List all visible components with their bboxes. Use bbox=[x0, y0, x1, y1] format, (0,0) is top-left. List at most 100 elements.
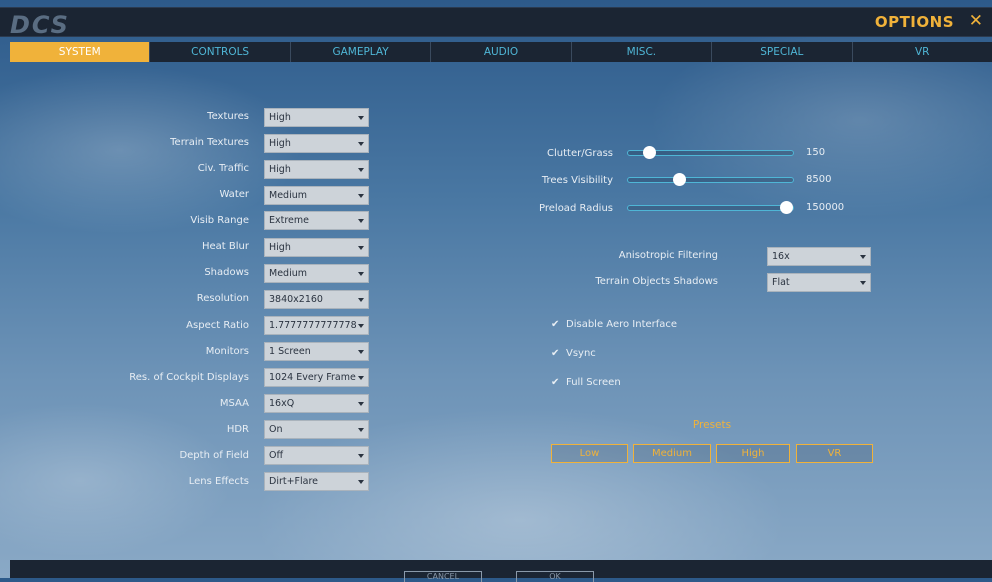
setting-label: Aspect Ratio bbox=[186, 320, 249, 331]
trees-visibility-slider[interactable] bbox=[627, 173, 794, 186]
setting-label: HDR bbox=[226, 424, 249, 435]
clutter-grass-slider[interactable] bbox=[627, 146, 794, 159]
chevron-down-icon bbox=[358, 428, 364, 432]
preset-high-button[interactable]: High bbox=[716, 444, 790, 463]
chevron-down-icon bbox=[358, 298, 364, 302]
terrain-shadows-dropdown[interactable]: Flat bbox=[767, 273, 871, 292]
anisotropic-label: Anisotropic Filtering bbox=[618, 250, 718, 261]
slider-value: 150000 bbox=[806, 202, 845, 213]
checkbox-label: Vsync bbox=[566, 348, 596, 359]
dropdown-value: 1 Screen bbox=[269, 346, 311, 357]
dropdown-value: Off bbox=[269, 450, 284, 461]
hdr-dropdown[interactable]: On bbox=[264, 420, 369, 439]
dropdown-value: 1024 Every Frame bbox=[269, 372, 356, 383]
monitors-dropdown[interactable]: 1 Screen bbox=[264, 342, 369, 361]
dropdown-value: Flat bbox=[772, 277, 790, 288]
slider-label: Trees Visibility bbox=[541, 175, 613, 186]
aspect-ratio-dropdown[interactable]: 1.7777777777778 bbox=[264, 316, 369, 335]
cancel-button[interactable]: CANCEL bbox=[404, 571, 482, 582]
tab-audio[interactable]: AUDIO bbox=[430, 42, 570, 62]
disable-aero-checkbox[interactable]: ✔ Disable Aero Interface bbox=[551, 319, 677, 330]
chevron-down-icon bbox=[358, 350, 364, 354]
checkmark-icon: ✔ bbox=[551, 348, 560, 359]
dropdown-value: Extreme bbox=[269, 215, 309, 226]
terrain-textures-dropdown[interactable]: High bbox=[264, 134, 369, 153]
chevron-down-icon bbox=[358, 168, 364, 172]
dropdown-value: On bbox=[269, 424, 283, 435]
dropdown-value: Dirt+Flare bbox=[269, 476, 319, 487]
tab-controls[interactable]: CONTROLS bbox=[149, 42, 289, 62]
setting-label: Visib Range bbox=[190, 215, 249, 226]
lens-effects-dropdown[interactable]: Dirt+Flare bbox=[264, 472, 369, 491]
dropdown-value: High bbox=[269, 164, 291, 175]
preset-vr-button[interactable]: VR bbox=[796, 444, 873, 463]
setting-label: Depth of Field bbox=[179, 450, 249, 461]
close-icon[interactable]: ✕ bbox=[969, 11, 983, 31]
slider-value: 8500 bbox=[806, 174, 832, 185]
cockpit-displays-dropdown[interactable]: 1024 Every Frame bbox=[264, 368, 369, 387]
vsync-checkbox[interactable]: ✔ Vsync bbox=[551, 348, 596, 359]
setting-label: Monitors bbox=[205, 346, 249, 357]
chevron-down-icon bbox=[358, 272, 364, 276]
slider-label: Preload Radius bbox=[539, 203, 613, 214]
dropdown-value: Medium bbox=[269, 268, 307, 279]
chevron-down-icon bbox=[358, 116, 364, 120]
dropdown-value: High bbox=[269, 112, 291, 123]
page-title: OPTIONS bbox=[874, 13, 954, 31]
preset-low-button[interactable]: Low bbox=[551, 444, 628, 463]
tab-system[interactable]: SYSTEM bbox=[10, 42, 150, 62]
chevron-down-icon bbox=[358, 246, 364, 250]
setting-label: Lens Effects bbox=[188, 476, 249, 487]
dropdown-value: Medium bbox=[269, 190, 307, 201]
resolution-dropdown[interactable]: 3840x2160 bbox=[264, 290, 369, 309]
tab-gameplay[interactable]: GAMEPLAY bbox=[289, 42, 430, 62]
setting-label: Res. of Cockpit Displays bbox=[129, 372, 249, 383]
setting-label: Heat Blur bbox=[202, 241, 249, 252]
tab-misc[interactable]: MISC. bbox=[570, 42, 711, 62]
chevron-down-icon bbox=[358, 376, 364, 380]
title-bar: DCS bbox=[0, 7, 992, 39]
dropdown-value: 16xQ bbox=[269, 398, 295, 409]
visib-range-dropdown[interactable]: Extreme bbox=[264, 211, 369, 230]
chevron-down-icon bbox=[358, 480, 364, 484]
setting-label: Civ. Traffic bbox=[197, 163, 249, 174]
msaa-dropdown[interactable]: 16xQ bbox=[264, 394, 369, 413]
dropdown-value: 16x bbox=[772, 251, 790, 262]
heat-blur-dropdown[interactable]: High bbox=[264, 238, 369, 257]
preload-radius-slider[interactable] bbox=[627, 201, 794, 214]
chevron-down-icon bbox=[358, 219, 364, 223]
setting-label: Textures bbox=[207, 111, 249, 122]
water-dropdown[interactable]: Medium bbox=[264, 186, 369, 205]
shadows-dropdown[interactable]: Medium bbox=[264, 264, 369, 283]
full-screen-checkbox[interactable]: ✔ Full Screen bbox=[551, 377, 621, 388]
checkmark-icon: ✔ bbox=[551, 377, 560, 388]
tab-special[interactable]: SPECIAL bbox=[711, 42, 851, 62]
setting-label: Shadows bbox=[204, 267, 249, 278]
textures-dropdown[interactable]: High bbox=[264, 108, 369, 127]
terrain-shadows-label: Terrain Objects Shadows bbox=[595, 276, 718, 287]
chevron-down-icon bbox=[358, 402, 364, 406]
slider-value: 150 bbox=[806, 147, 826, 158]
depth-of-field-dropdown[interactable]: Off bbox=[264, 446, 369, 465]
chevron-down-icon bbox=[358, 194, 364, 198]
preset-medium-button[interactable]: Medium bbox=[633, 444, 711, 463]
civ-traffic-dropdown[interactable]: High bbox=[264, 160, 369, 179]
bottom-bar: CANCEL OK bbox=[10, 560, 992, 582]
setting-label: Resolution bbox=[196, 293, 249, 304]
setting-label: MSAA bbox=[219, 398, 249, 409]
chevron-down-icon bbox=[860, 281, 866, 285]
anisotropic-dropdown[interactable]: 16x bbox=[767, 247, 871, 266]
tab-vr[interactable]: VR bbox=[851, 42, 992, 62]
checkbox-label: Disable Aero Interface bbox=[566, 319, 678, 330]
dropdown-value: 3840x2160 bbox=[269, 294, 323, 305]
slider-label: Clutter/Grass bbox=[547, 148, 613, 159]
ok-button[interactable]: OK bbox=[516, 571, 594, 582]
chevron-down-icon bbox=[860, 255, 866, 259]
chevron-down-icon bbox=[358, 454, 364, 458]
dropdown-value: 1.7777777777778 bbox=[269, 320, 357, 331]
dropdown-value: High bbox=[269, 138, 291, 149]
checkbox-label: Full Screen bbox=[566, 377, 621, 388]
dropdown-value: High bbox=[269, 242, 291, 253]
tab-bar: SYSTEM CONTROLS GAMEPLAY AUDIO MISC. SPE… bbox=[10, 42, 992, 62]
dcs-logo: DCS bbox=[10, 11, 70, 39]
